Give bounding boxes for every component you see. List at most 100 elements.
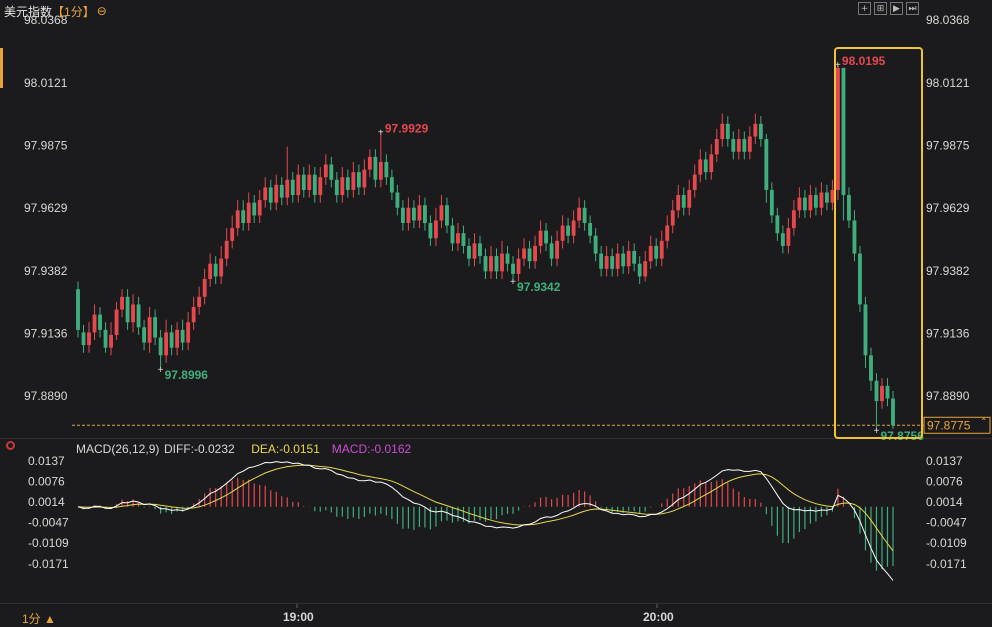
candle-body: [869, 355, 873, 381]
price-tick-right: 98.0368: [926, 13, 970, 27]
play-icon[interactable]: ▶: [890, 2, 903, 15]
candle-body: [241, 210, 246, 224]
crosshair-icon[interactable]: +: [858, 2, 871, 15]
macd-tick-right: 0.0137: [926, 454, 963, 468]
candle-body: [858, 253, 862, 305]
candle-body: [747, 136, 752, 152]
candle-body: [125, 296, 130, 323]
candle-body: [538, 230, 543, 246]
candle-body: [230, 228, 235, 241]
candle-body: [836, 67, 840, 190]
candle-body: [76, 289, 80, 330]
candle-body: [334, 179, 339, 196]
candle-body: [307, 174, 312, 190]
candle-body: [494, 256, 499, 272]
macd-settings-icon[interactable]: [6, 441, 15, 450]
candle-body: [109, 334, 113, 348]
annotation-label: 98.0195: [842, 54, 886, 68]
current-price-label: 97.8775: [927, 418, 971, 432]
grid-icon[interactable]: ⊞: [874, 2, 887, 15]
candle-body: [257, 200, 262, 216]
candle-body: [692, 174, 697, 190]
macd-legend-diff: DIFF:-0.0232: [164, 442, 235, 456]
candle-body: [367, 156, 372, 170]
time-tick-label: 20:00: [643, 610, 674, 624]
candle-body: [824, 192, 829, 203]
period-selector[interactable]: 1分 ▲: [22, 610, 56, 627]
macd-tick-right: 0.0014: [926, 495, 963, 509]
candle-body: [549, 243, 554, 259]
candle-body: [791, 210, 796, 229]
candle-body: [296, 174, 301, 196]
chart-canvas: 98.0368 98.036898.0121 98.012197.9875 97.98…: [0, 13, 992, 624]
candle-body: [720, 123, 725, 140]
candle-body: [847, 195, 851, 221]
candle-body: [285, 179, 290, 198]
step-forward-icon[interactable]: ⏭: [906, 2, 919, 15]
candle-body: [615, 253, 620, 269]
settings-icon[interactable]: ⊖: [97, 4, 107, 18]
candle-body: [378, 161, 383, 180]
candle-body: [808, 195, 813, 211]
candle-body: [533, 245, 537, 262]
candle-body: [329, 164, 334, 180]
candle-body: [175, 329, 180, 348]
candle-body: [422, 205, 427, 224]
candle-body: [511, 263, 515, 274]
candle-body: [841, 67, 846, 196]
macd-tick-left: 0.0076: [28, 474, 65, 488]
candle-body: [813, 195, 818, 208]
macd-legend-macd: MACD:-0.0162: [332, 442, 412, 456]
candle-body: [373, 156, 378, 180]
price-tick-right: 98.0121: [926, 76, 970, 90]
annotation-marker: +: [378, 128, 384, 139]
annotation-label: 97.8756: [880, 429, 924, 443]
candle-body: [593, 235, 598, 254]
period-label[interactable]: 【1分】: [52, 3, 95, 20]
candle-body: [786, 228, 791, 246]
macd-tick-right: 0.0076: [926, 474, 963, 488]
candle-body: [340, 177, 345, 196]
candle-body: [406, 207, 411, 224]
candle-body: [599, 253, 604, 269]
candle-body: [98, 314, 102, 330]
candle-body: [731, 139, 736, 152]
candle-body: [797, 197, 802, 211]
macd-tick-right: -0.0047: [926, 516, 967, 530]
candle-body: [428, 223, 433, 239]
candle-body: [208, 263, 213, 279]
annotation-marker: +: [873, 426, 879, 437]
candle-body: [186, 322, 191, 343]
candle-body: [505, 253, 510, 264]
header-bar: 美元指数 【1分】 ⊖: [4, 3, 107, 19]
candle-body: [516, 258, 521, 274]
price-tick-left: 98.0121: [24, 76, 68, 90]
candle-body: [439, 205, 444, 221]
candle-body: [246, 202, 251, 224]
candle-body: [445, 205, 449, 226]
candle-body: [659, 240, 664, 259]
candle-body: [676, 195, 681, 211]
macd-tick-left: -0.0171: [28, 557, 69, 571]
candle-body: [142, 327, 147, 343]
macd-legend-dea: DEA:-0.0151: [251, 442, 320, 456]
candle-body: [687, 189, 692, 208]
price-tick-left: 97.9136: [24, 326, 68, 340]
candle-body: [147, 317, 152, 343]
candle-body: [235, 210, 240, 229]
candle-body: [467, 245, 471, 259]
candle-body: [544, 230, 549, 244]
price-tick-left: 97.9875: [24, 138, 68, 152]
candle-body: [136, 304, 141, 328]
candle-body: [489, 256, 493, 272]
candle-body: [626, 251, 631, 267]
candle-body: [92, 314, 97, 333]
candle-body: [852, 220, 857, 254]
candle-body: [202, 278, 207, 297]
candle-body: [252, 202, 257, 216]
candle-body: [213, 263, 218, 277]
candle-body: [571, 220, 576, 236]
macd-tick-right: -0.0171: [926, 557, 967, 571]
candle-body: [588, 223, 593, 236]
candle-body: [169, 332, 174, 348]
